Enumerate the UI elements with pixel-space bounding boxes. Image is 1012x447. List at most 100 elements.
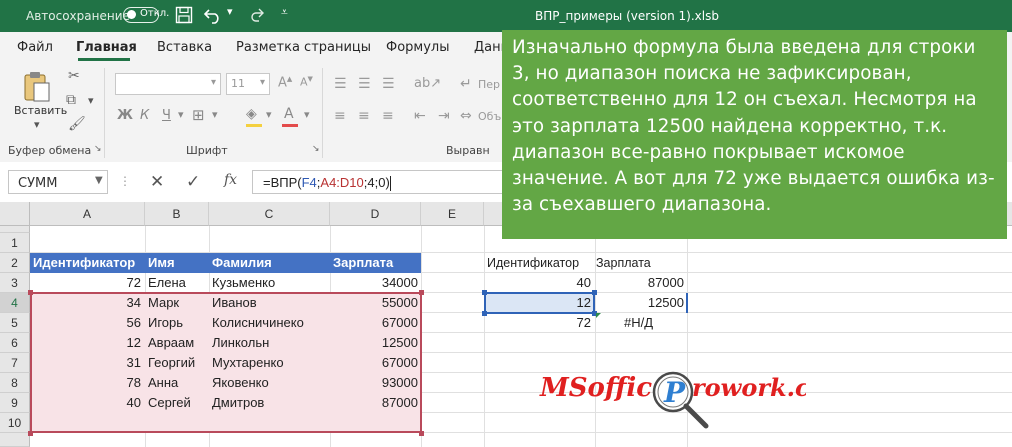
text-cursor [389,176,391,192]
align-middle-icon[interactable]: ☰ [358,76,371,92]
merge-icon[interactable]: ⇔ [460,108,472,124]
font-size-value: 11 [231,77,245,90]
msoffice-prowork-logo: MSoffice P rowork.com [539,371,806,429]
cell-b3[interactable]: Елена [148,273,208,293]
column-header-a[interactable]: A [30,202,145,226]
column-header-e[interactable]: E [421,202,484,226]
range-handle[interactable] [419,290,424,295]
selection-handle[interactable] [592,290,597,295]
wrap-text-icon[interactable]: ↵ [460,76,472,92]
paste-icon[interactable] [22,70,52,104]
more-options-icon[interactable]: ⋮ [119,174,131,188]
lookup-header-salary[interactable]: Зарплата [596,253,686,273]
borders-dropdown-icon[interactable]: ▾ [212,108,218,121]
autosave-toggle[interactable]: Откл. [123,7,169,23]
cell-d3[interactable]: 34000 [330,273,418,293]
row-header-10[interactable]: 10 [0,413,30,433]
borders-icon[interactable]: ⊞ [192,106,205,124]
align-right-icon[interactable]: ≡ [382,108,394,124]
row-header-2[interactable]: 2 [0,253,30,273]
name-box-dropdown-icon[interactable]: ▼ [95,175,103,186]
cell-a3[interactable]: 72 [30,273,141,293]
group-separator [322,68,323,158]
row-header-7[interactable]: 7 [0,353,30,373]
cancel-icon[interactable]: ✕ [150,172,164,192]
font-name-select[interactable]: ▾ [115,73,221,95]
paste-dropdown-icon[interactable]: ▾ [34,118,40,131]
row-header-9[interactable]: 9 [0,393,30,413]
underline-button[interactable]: Ч [162,108,171,123]
selection-handle[interactable] [482,311,487,316]
format-painter-icon[interactable]: 🖌 [68,116,86,132]
row-header-6[interactable]: 6 [0,333,30,353]
tab-insert[interactable]: Вставка [157,40,212,55]
formula-ref-range: A4:D10 [320,175,364,190]
header-id[interactable]: Идентификатор [33,253,135,273]
header-salary[interactable]: Зарплата [333,253,393,273]
cell-g4[interactable]: 12500 [595,293,684,313]
customize-toolbar-icon[interactable]: ⩡ [281,5,288,20]
range-handle[interactable] [28,290,33,295]
range-handle[interactable] [419,431,424,436]
select-all-corner[interactable] [0,202,30,226]
undo-icon[interactable] [203,6,223,24]
formula-suffix: ;4;0) [363,175,390,190]
decrease-font-icon[interactable]: A▼ [300,75,313,89]
cut-icon[interactable]: ✂ [68,68,80,84]
underline-dropdown-icon[interactable]: ▾ [178,108,184,121]
align-top-icon[interactable]: ☰ [334,76,347,92]
row-header-1[interactable]: 1 [0,233,30,253]
formula-prefix: =ВПР( [263,175,302,190]
column-header-c[interactable]: C [209,202,330,226]
cell-f3[interactable]: 40 [484,273,591,293]
header-surname[interactable]: Фамилия [212,253,272,273]
header-name[interactable]: Имя [148,253,175,273]
bold-button[interactable]: Ж [117,108,133,123]
merge-label[interactable]: Объ [478,110,501,123]
cell-g3[interactable]: 87000 [595,273,684,293]
tab-formulas[interactable]: Формулы [386,40,449,55]
insert-function-icon[interactable]: fx [224,172,237,188]
font-size-select[interactable]: 11 ▾ [226,73,270,95]
lookup-header-id[interactable]: Идентификатор [487,253,594,273]
copy-icon[interactable]: ⧉ [66,92,76,108]
font-color-icon[interactable]: A [284,106,294,122]
wrap-text-label[interactable]: Пер [478,78,500,91]
fill-dropdown-icon[interactable]: ▾ [266,108,272,121]
font-launcher-icon[interactable]: ↘ [312,144,320,154]
error-indicator-icon[interactable] [596,313,601,318]
align-left-icon[interactable]: ≡ [334,108,346,124]
cell-f5[interactable]: 72 [484,313,591,333]
fill-color-icon[interactable]: ◈ [246,106,257,122]
alignment-group-label: Выравн [446,144,490,157]
italic-button[interactable]: К [140,108,149,123]
column-header-d[interactable]: D [330,202,421,226]
redo-icon[interactable] [250,6,268,24]
decrease-indent-icon[interactable]: ⇤ [414,108,426,124]
save-icon[interactable] [175,6,193,24]
cell-c3[interactable]: Кузьменко [212,273,329,293]
row-header-4[interactable]: 4 [0,293,30,313]
tab-page-layout[interactable]: Разметка страницы [236,40,371,55]
tab-home[interactable]: Главная [76,40,137,55]
increase-font-icon[interactable]: A▲ [278,75,292,90]
tab-file[interactable]: Файл [17,40,53,55]
cell-g5[interactable]: #Н/Д [624,313,686,333]
undo-dropdown-icon[interactable]: ▾ [227,5,233,18]
align-bottom-icon[interactable]: ☰ [382,76,395,92]
align-center-icon[interactable]: ≡ [358,108,370,124]
row-header-3[interactable]: 3 [0,273,30,293]
clipboard-launcher-icon[interactable]: ↘ [94,144,102,154]
range-handle[interactable] [28,431,33,436]
enter-icon[interactable]: ✓ [186,172,200,192]
font-color-dropdown-icon[interactable]: ▾ [304,108,310,121]
row-header-5[interactable]: 5 [0,313,30,333]
formula-text[interactable]: =ВПР(F4;A4:D10;4;0) [263,175,391,192]
orientation-icon[interactable]: ab↗ [414,76,441,91]
column-header-b[interactable]: B [145,202,209,226]
copy-dropdown-icon[interactable]: ▾ [88,94,94,107]
paste-label[interactable]: Вставить [14,104,67,117]
increase-indent-icon[interactable]: ⇥ [438,108,450,124]
selection-handle[interactable] [482,290,487,295]
row-header-8[interactable]: 8 [0,373,30,393]
